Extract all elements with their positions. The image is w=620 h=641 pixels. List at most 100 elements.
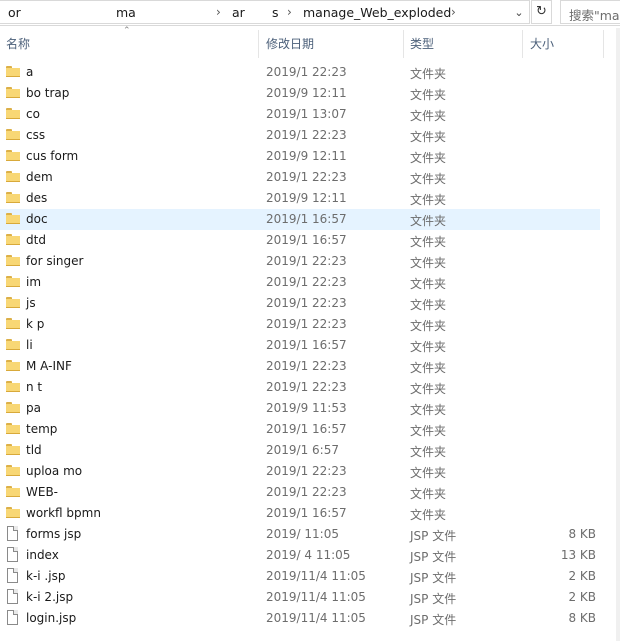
breadcrumb-item[interactable]: or bbox=[8, 5, 21, 20]
row-name: doc bbox=[26, 212, 48, 226]
row-type: JSP 文件 bbox=[410, 613, 457, 627]
row-name: index bbox=[26, 548, 59, 562]
row-size: 8 KB bbox=[568, 611, 596, 625]
folder-icon bbox=[6, 87, 20, 98]
file-row[interactable]: index 2019/ 4 11:05 JSP 文件 13 KB bbox=[0, 545, 600, 566]
row-type: 文件夹 bbox=[410, 214, 447, 228]
column-divider[interactable] bbox=[603, 30, 604, 58]
folder-row[interactable]: doc 2019/1 16:57 文件夹 bbox=[0, 209, 600, 230]
row-date: 2019/1 22:23 bbox=[266, 464, 347, 478]
folder-row[interactable]: for singer 2019/1 22:23 文件夹 bbox=[0, 251, 600, 272]
column-header-size[interactable]: 大小 bbox=[530, 28, 554, 60]
breadcrumb-item[interactable]: ma bbox=[116, 5, 136, 20]
folder-icon bbox=[6, 381, 20, 392]
row-date: 2019/ 4 11:05 bbox=[266, 548, 351, 562]
folder-row[interactable]: pa 2019/9 11:53 文件夹 bbox=[0, 398, 600, 419]
address-bar[interactable]: or ma › ar s › manage_Web_exploded › ⌄ bbox=[0, 0, 530, 24]
row-date: 2019/1 22:23 bbox=[266, 296, 347, 310]
folder-icon bbox=[6, 444, 20, 455]
row-date: 2019/1 22:23 bbox=[266, 359, 347, 373]
row-size: 2 KB bbox=[568, 569, 596, 583]
row-type: 文件夹 bbox=[410, 466, 447, 480]
row-date: 2019/1 22:23 bbox=[266, 317, 347, 331]
folder-row[interactable]: k p 2019/1 22:23 文件夹 bbox=[0, 314, 600, 335]
row-date: 2019/1 13:07 bbox=[266, 107, 347, 121]
breadcrumb-current[interactable]: manage_Web_exploded bbox=[303, 5, 451, 20]
column-divider[interactable] bbox=[403, 30, 404, 58]
breadcrumb-item[interactable]: ar bbox=[232, 5, 245, 20]
jsp-file-icon bbox=[7, 526, 18, 541]
folder-row[interactable]: im 2019/1 22:23 文件夹 bbox=[0, 272, 600, 293]
row-type: 文件夹 bbox=[410, 277, 447, 291]
folder-row[interactable]: li 2019/1 16:57 文件夹 bbox=[0, 335, 600, 356]
row-name: for singer bbox=[26, 254, 84, 268]
row-name: co bbox=[26, 107, 40, 121]
column-header-name[interactable]: 名称 bbox=[6, 28, 30, 60]
row-date: 2019/9 11:53 bbox=[266, 401, 347, 415]
jsp-file-icon bbox=[7, 610, 18, 625]
row-size: 13 KB bbox=[560, 548, 596, 562]
refresh-icon[interactable]: ↻ bbox=[531, 0, 552, 24]
folder-row[interactable]: co 2019/1 13:07 文件夹 bbox=[0, 104, 600, 125]
row-name: bo trap bbox=[26, 86, 70, 100]
row-date: 2019/1 16:57 bbox=[266, 212, 347, 226]
folder-row[interactable]: des 2019/9 12:11 文件夹 bbox=[0, 188, 600, 209]
row-name: pa bbox=[26, 401, 41, 415]
breadcrumb-separator-icon[interactable]: › bbox=[287, 5, 292, 19]
folder-row[interactable]: js 2019/1 22:23 文件夹 bbox=[0, 293, 600, 314]
column-divider[interactable] bbox=[258, 30, 259, 58]
folder-row[interactable]: bo trap 2019/9 12:11 文件夹 bbox=[0, 83, 600, 104]
folder-icon bbox=[6, 150, 20, 161]
row-type: 文件夹 bbox=[410, 382, 447, 396]
row-name: k p bbox=[26, 317, 45, 331]
row-type: 文件夹 bbox=[410, 508, 447, 522]
row-date: 2019/11/4 11:05 bbox=[266, 611, 366, 625]
folder-row[interactable]: uploa mo 2019/1 22:23 文件夹 bbox=[0, 461, 600, 482]
breadcrumb-separator-icon[interactable]: › bbox=[451, 5, 456, 19]
row-date: 2019/1 16:57 bbox=[266, 422, 347, 436]
row-type: JSP 文件 bbox=[410, 592, 457, 606]
folder-icon bbox=[6, 255, 20, 266]
folder-row[interactable]: a 2019/1 22:23 文件夹 bbox=[0, 62, 600, 83]
row-date: 2019/1 22:23 bbox=[266, 170, 347, 184]
folder-row[interactable]: n t 2019/1 22:23 文件夹 bbox=[0, 377, 600, 398]
column-header-date[interactable]: 修改日期 bbox=[266, 28, 314, 60]
folder-row[interactable]: M A-INF 2019/1 22:23 文件夹 bbox=[0, 356, 600, 377]
folder-row[interactable]: dem 2019/1 22:23 文件夹 bbox=[0, 167, 600, 188]
vertical-scrollbar[interactable] bbox=[616, 28, 620, 641]
folder-row[interactable]: workfl bpmn 2019/1 16:57 文件夹 bbox=[0, 503, 600, 524]
row-name: css bbox=[26, 128, 46, 142]
file-row[interactable]: login.jsp 2019/11/4 11:05 JSP 文件 8 KB bbox=[0, 608, 600, 629]
row-name: WEB- bbox=[26, 485, 59, 499]
folder-icon bbox=[6, 486, 20, 497]
search-input[interactable]: 搜索"mar bbox=[560, 0, 620, 24]
folder-row[interactable]: WEB- 2019/1 22:23 文件夹 bbox=[0, 482, 600, 503]
row-type: 文件夹 bbox=[410, 151, 447, 165]
breadcrumb-separator-icon[interactable]: › bbox=[216, 5, 221, 19]
folder-row[interactable]: tld 2019/1 6:57 文件夹 bbox=[0, 440, 600, 461]
folder-row[interactable]: dtd 2019/1 16:57 文件夹 bbox=[0, 230, 600, 251]
column-divider[interactable] bbox=[522, 30, 523, 58]
file-row[interactable]: forms jsp 2019/ 11:05 JSP 文件 8 KB bbox=[0, 524, 600, 545]
column-header-type[interactable]: 类型 bbox=[410, 28, 434, 60]
row-size: 8 KB bbox=[568, 527, 596, 541]
file-row[interactable]: k-i .jsp 2019/11/4 11:05 JSP 文件 2 KB bbox=[0, 566, 600, 587]
search-placeholder: 搜索"mar bbox=[569, 8, 620, 23]
folder-row[interactable]: cus form 2019/9 12:11 文件夹 bbox=[0, 146, 600, 167]
folder-icon bbox=[6, 423, 20, 434]
folder-row[interactable]: temp 2019/1 16:57 文件夹 bbox=[0, 419, 600, 440]
row-type: 文件夹 bbox=[410, 319, 447, 333]
row-type: 文件夹 bbox=[410, 361, 447, 375]
row-name: des bbox=[26, 191, 48, 205]
row-type: 文件夹 bbox=[410, 340, 447, 354]
folder-icon bbox=[6, 318, 20, 329]
breadcrumb-item[interactable]: s bbox=[272, 5, 279, 20]
file-row[interactable]: k-i 2.jsp 2019/11/4 11:05 JSP 文件 2 KB bbox=[0, 587, 600, 608]
folder-icon bbox=[6, 171, 20, 182]
row-date: 2019/ 11:05 bbox=[266, 527, 339, 541]
folder-row[interactable]: css 2019/1 22:23 文件夹 bbox=[0, 125, 600, 146]
chevron-down-icon[interactable]: ⌄ bbox=[510, 4, 528, 22]
row-size: 2 KB bbox=[568, 590, 596, 604]
row-type: 文件夹 bbox=[410, 445, 447, 459]
folder-icon bbox=[6, 108, 20, 119]
